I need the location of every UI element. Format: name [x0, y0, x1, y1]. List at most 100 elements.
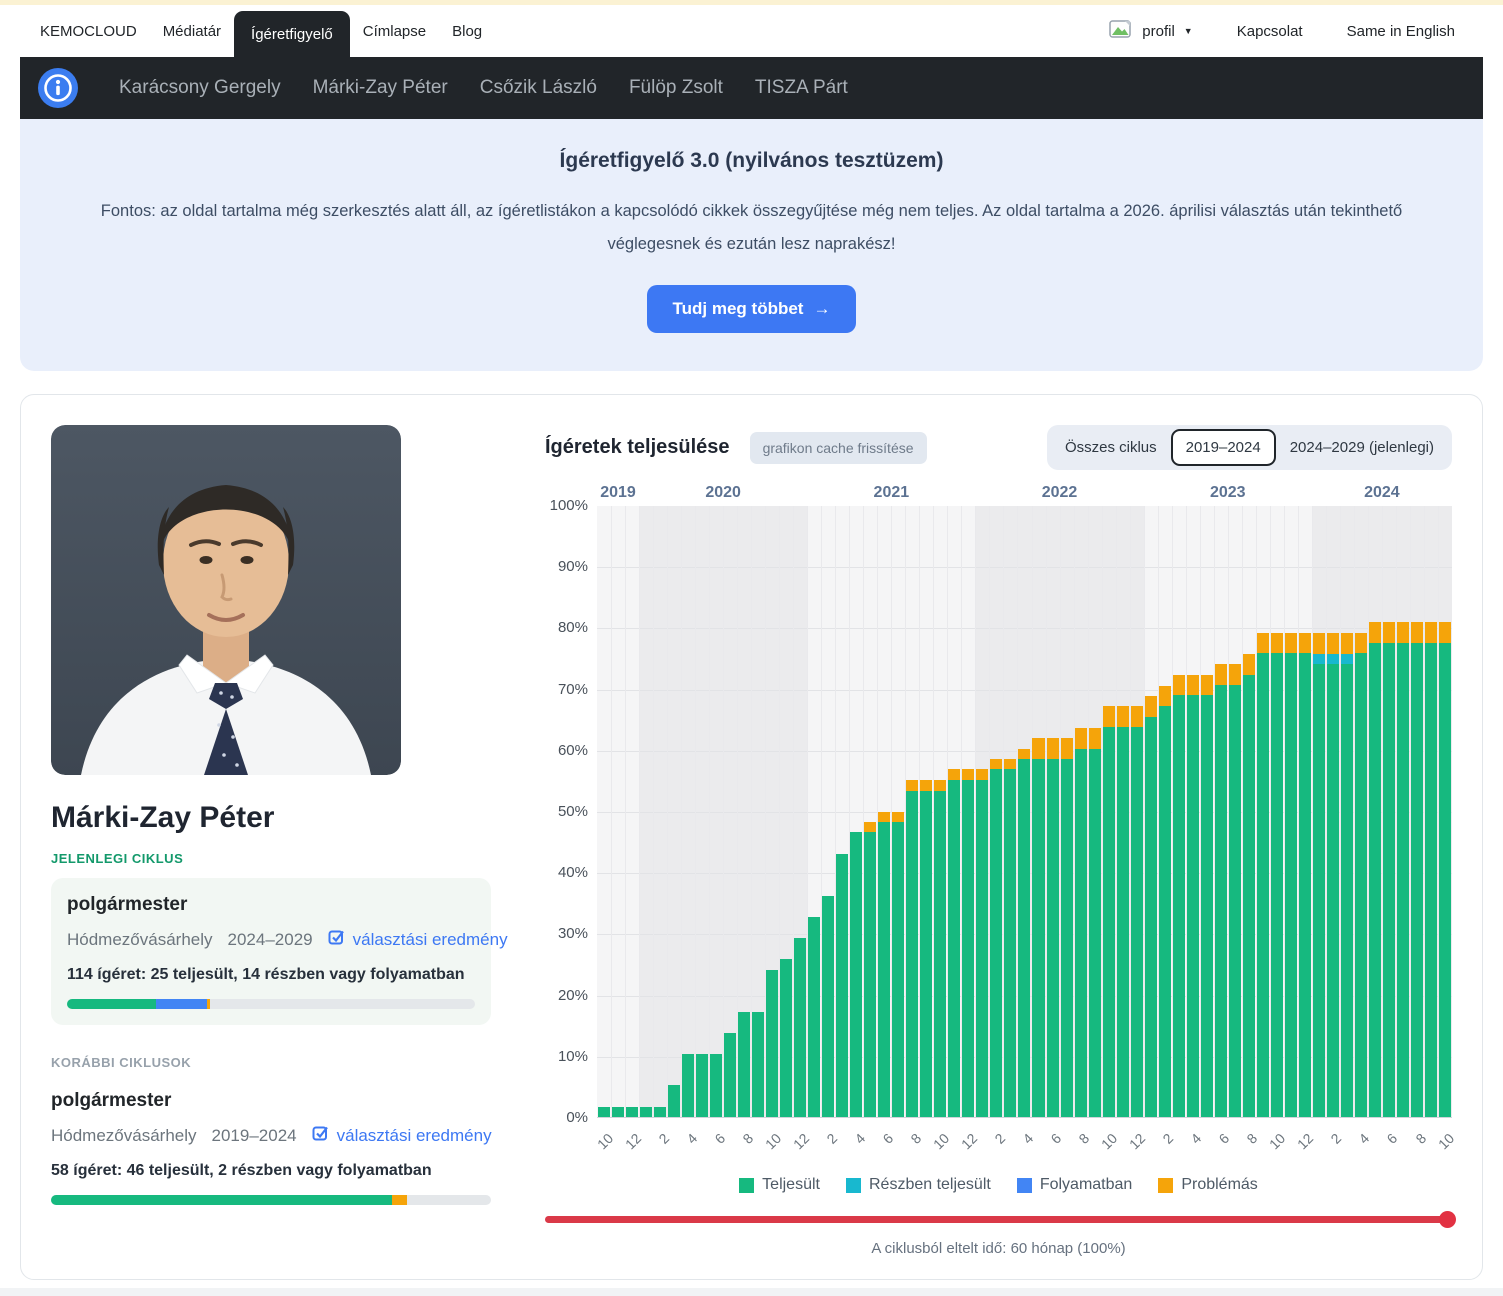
stacked-bar-2024-10 — [1439, 506, 1451, 1117]
checkbox-check-icon — [312, 1124, 330, 1147]
chart-y-axis: 0%10%20%30%40%50%60%70%80%90%100% — [545, 506, 597, 1118]
stacked-bar-2021-08 — [906, 506, 918, 1117]
y-tick-label: 50% — [558, 803, 588, 820]
stacked-bar-2020-04 — [682, 506, 694, 1117]
hero-title: Ígéretfigyelő 3.0 (nyilvános tesztüzem) — [66, 149, 1437, 173]
stacked-bar-2023-12 — [1299, 506, 1311, 1117]
y-tick-label: 60% — [558, 742, 588, 759]
time-slider — [545, 1210, 1452, 1228]
stacked-bar-2023-11 — [1285, 506, 1297, 1117]
politician-link-fulop[interactable]: Fülöp Zsolt — [613, 77, 739, 99]
chart-legend: Teljesült Részben teljesült Folyamatban Pro… — [545, 1176, 1452, 1194]
nav-item-kapcsolat[interactable]: Kapcsolat — [1215, 23, 1325, 40]
brand-kemocloud[interactable]: KEMOCLOUD — [26, 5, 150, 57]
stacked-bar-2023-07 — [1229, 506, 1241, 1117]
stacked-bar-2022-01 — [976, 506, 988, 1117]
stacked-bar-2021-06 — [878, 506, 890, 1117]
stacked-bar-2020-08 — [738, 506, 750, 1117]
stacked-bar-2019-12 — [626, 506, 638, 1117]
time-slider-track[interactable] — [545, 1216, 1450, 1223]
legend-item-teljesült[interactable]: Teljesült — [739, 1176, 820, 1194]
refresh-cache-button[interactable]: grafikon cache frissítése — [750, 432, 927, 464]
stacked-bar-2022-12 — [1131, 506, 1143, 1117]
stacked-bar-2024-02 — [1327, 506, 1339, 1117]
legend-item-folyamatban[interactable]: Folyamatban — [1017, 1176, 1133, 1194]
stacked-bar-2022-07 — [1061, 506, 1073, 1117]
nav-item-language[interactable]: Same in English — [1325, 23, 1477, 40]
year-label-2020: 2020 — [705, 484, 741, 502]
progress-segment — [67, 999, 156, 1009]
legend-item-részben-teljesült[interactable]: Részben teljesült — [846, 1176, 991, 1194]
year-label-2021: 2021 — [874, 484, 910, 502]
stacked-bar-2020-12 — [794, 506, 806, 1117]
year-label-2022: 2022 — [1042, 484, 1078, 502]
stacked-bar-2023-01 — [1145, 506, 1157, 1117]
y-tick-label: 20% — [558, 987, 588, 1004]
progress-segment — [392, 1195, 407, 1205]
politician-link-markizay[interactable]: Márki-Zay Péter — [297, 77, 464, 99]
previous-city: Hódmezővásárhely — [51, 1126, 197, 1146]
hero-description: Fontos: az oldal tartalma még szerkeszté… — [66, 195, 1437, 261]
politician-navigation: Karácsony Gergely Márki-Zay Péter Csőzik… — [20, 57, 1483, 119]
politician-link-csozik[interactable]: Csőzik László — [464, 77, 613, 99]
stacked-bar-2020-06 — [710, 506, 722, 1117]
stacked-bar-2023-02 — [1159, 506, 1171, 1117]
current-cycle-heading: JELENLEGI CIKLUS — [51, 851, 491, 866]
x-tick-label: 10 — [1435, 1130, 1457, 1152]
current-election-result-link[interactable]: választási eredmény — [328, 928, 508, 951]
current-promise-summary: 114 ígéret: 25 teljesült, 14 részben vag… — [67, 966, 475, 984]
current-city: Hódmezővásárhely — [67, 930, 213, 950]
stacked-bar-2022-09 — [1089, 506, 1101, 1117]
stacked-bar-2021-04 — [850, 506, 862, 1117]
toggle-2024-2029[interactable]: 2024–2029 (jelenlegi) — [1276, 430, 1448, 465]
previous-progress-bar — [51, 1195, 491, 1205]
stacked-bar-2023-03 — [1173, 506, 1185, 1117]
nav-item-blog[interactable]: Blog — [439, 5, 495, 57]
checkbox-check-icon — [328, 928, 346, 951]
stacked-bar-2023-06 — [1215, 506, 1227, 1117]
stacked-bar-2022-10 — [1103, 506, 1115, 1117]
politician-link-tisza[interactable]: TISZA Párt — [739, 77, 864, 99]
previous-cycles-heading: KORÁBBI CIKLUSOK — [51, 1055, 491, 1070]
stacked-bar-2020-07 — [724, 506, 736, 1117]
politician-photo — [51, 425, 401, 775]
learn-more-button[interactable]: Tudj meg többet → — [647, 285, 857, 333]
stacked-bar-2023-10 — [1271, 506, 1283, 1117]
nav-item-igeretfigyelo[interactable]: Ígéretfigyelő — [234, 11, 350, 57]
legend-item-problémás[interactable]: Problémás — [1158, 1176, 1257, 1194]
stacked-bar-2019-11 — [612, 506, 624, 1117]
stacked-bar-2019-10 — [598, 506, 610, 1117]
current-cycle-card: polgármester Hódmezővásárhely 2024–2029 … — [51, 878, 491, 1025]
stacked-bar-2022-11 — [1117, 506, 1129, 1117]
stacked-bar-2020-03 — [668, 506, 680, 1117]
nav-item-mediatar[interactable]: Médiatár — [150, 5, 234, 57]
toggle-all-cycles[interactable]: Összes ciklus — [1051, 430, 1171, 465]
time-slider-handle[interactable] — [1439, 1211, 1456, 1228]
toggle-2019-2024[interactable]: 2019–2024 — [1171, 429, 1276, 466]
nav-item-cimlapse[interactable]: Címlapse — [350, 5, 439, 57]
bottom-strip — [0, 1288, 1503, 1296]
politician-link-karacsony[interactable]: Karácsony Gergely — [103, 77, 297, 99]
hero-banner: Ígéretfigyelő 3.0 (nyilvános tesztüzem) … — [20, 119, 1483, 371]
stacked-bar-2024-08 — [1411, 506, 1423, 1117]
current-progress-bar — [67, 999, 475, 1009]
profile-menu[interactable]: profil ▼ — [1087, 19, 1214, 43]
y-tick-label: 100% — [550, 497, 588, 514]
stacked-bar-2024-04 — [1355, 506, 1367, 1117]
info-icon[interactable] — [37, 67, 79, 109]
stacked-bar-2023-09 — [1257, 506, 1269, 1117]
y-tick-label: 70% — [558, 681, 588, 698]
previous-election-result-link[interactable]: választási eredmény — [312, 1124, 492, 1147]
chart-bars — [597, 506, 1452, 1117]
stacked-bar-2021-12 — [962, 506, 974, 1117]
politician-name: Márki-Zay Péter — [51, 801, 491, 835]
y-tick-label: 80% — [558, 619, 588, 636]
stacked-bar-2023-05 — [1201, 506, 1213, 1117]
current-position: polgármester — [67, 894, 475, 916]
previous-promise-summary: 58 ígéret: 46 teljesült, 2 részben vagy … — [51, 1162, 491, 1180]
y-tick-label: 90% — [558, 558, 588, 575]
avatar-image-icon — [1109, 19, 1133, 43]
chart-panel: Ígéretek teljesülése grafikon cache fris… — [545, 425, 1452, 1249]
stacked-bar-2020-01 — [640, 506, 652, 1117]
promise-fulfillment-chart[interactable]: 201920202021202220232024 0%10%20%30%40%5… — [545, 484, 1452, 1257]
